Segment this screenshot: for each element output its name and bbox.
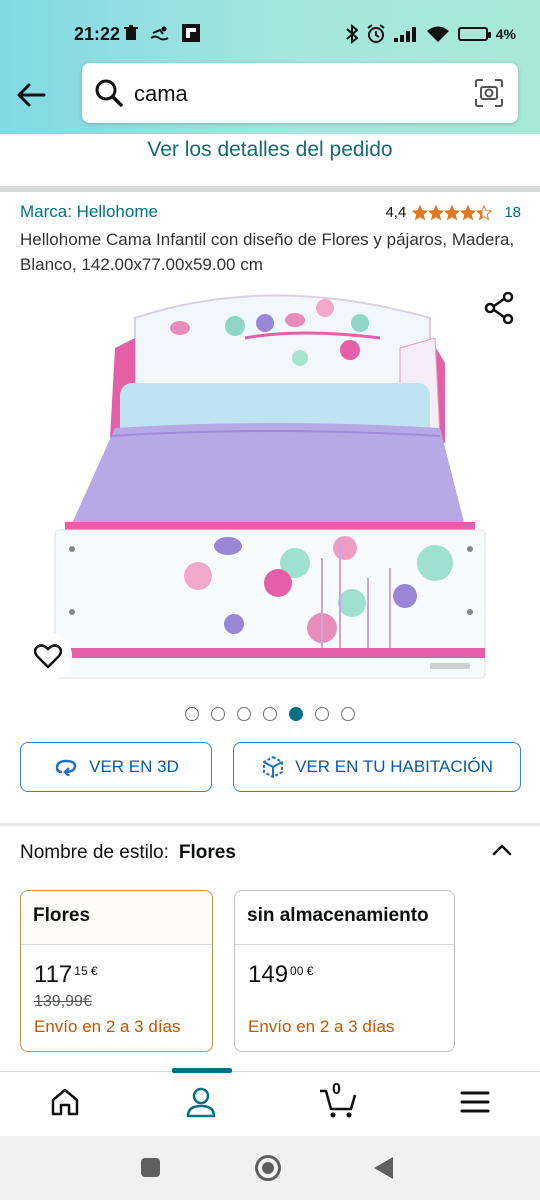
chevron-up-icon[interactable] <box>490 838 514 862</box>
arrow-left-icon <box>17 83 46 107</box>
product-title: Hellohome Cama Infantil con diseño de Fl… <box>20 230 515 274</box>
search-query: cama <box>134 81 188 106</box>
style-option-flores[interactable]: Flores 117 15 € 139,99€ Envío en 2 a 3 dí… <box>20 890 213 1052</box>
star-icon <box>444 204 461 220</box>
image-carousel-dots[interactable] <box>0 707 540 721</box>
alarm-icon <box>367 24 385 43</box>
search-icon <box>95 79 123 107</box>
back-button[interactable] <box>14 78 48 112</box>
rating-count[interactable]: 18 <box>504 204 521 221</box>
price: 117 15 € <box>34 961 98 989</box>
nav-account[interactable] <box>184 1085 218 1119</box>
carousel-dot[interactable] <box>315 707 329 721</box>
battery-icon <box>457 27 491 41</box>
product-image[interactable] <box>40 278 500 688</box>
view-in-room-label: VER EN TU HABITACIÓN <box>295 757 493 776</box>
style-option-name: sin almacenamiento <box>235 891 454 945</box>
trash-icon <box>124 25 138 40</box>
share-icon <box>484 291 514 325</box>
price: 149 00 € <box>248 961 313 989</box>
delivery-info: Envío en 2 a 3 días <box>248 1017 395 1036</box>
view-in-room-button[interactable]: VER EN TU HABITACIÓN <box>233 742 521 792</box>
style-selected-value: Flores <box>178 842 236 863</box>
camera-scan-icon[interactable] <box>474 78 504 108</box>
style-option-name: Flores <box>21 891 212 945</box>
flipboard-icon <box>182 24 200 42</box>
wifi-icon <box>426 26 449 42</box>
style-selector-heading: Nombre de estilo: Flores <box>20 842 236 864</box>
carousel-dot[interactable] <box>263 707 277 721</box>
battery-level: 4% <box>495 26 516 42</box>
swim-icon <box>150 26 169 41</box>
app-header: 21:22 4% cama <box>0 0 540 134</box>
view-3d-label: VER EN 3D <box>89 757 179 776</box>
carousel-dot[interactable] <box>237 707 251 721</box>
order-details-link[interactable]: Ver los detalles del pedido <box>0 134 540 184</box>
star-icon <box>428 204 445 220</box>
account-icon <box>186 1087 216 1118</box>
style-label: Nombre de estilo: <box>20 842 169 863</box>
wishlist-button[interactable] <box>24 632 72 680</box>
star-rating <box>412 204 493 221</box>
recent-apps-button[interactable] <box>141 1158 160 1177</box>
home-icon <box>51 1088 79 1116</box>
status-system-icons: 4% <box>346 24 516 44</box>
delivery-info: Envío en 2 a 3 días <box>34 1017 181 1036</box>
nav-cart[interactable]: 0 <box>318 1081 358 1119</box>
price-whole: 117 <box>34 961 73 988</box>
section-divider <box>0 186 540 192</box>
search-input[interactable]: cama <box>82 63 518 123</box>
price-cents: 15 € <box>74 964 98 978</box>
status-time: 21:22 <box>74 24 121 44</box>
brand-link[interactable]: Marca: Hellohome <box>20 202 158 222</box>
status-bar: 21:22 4% <box>0 14 540 54</box>
carousel-dot[interactable] <box>289 707 303 721</box>
star-icon <box>476 204 493 220</box>
carousel-dot[interactable] <box>185 707 199 721</box>
signal-icon <box>393 27 416 42</box>
star-icon <box>412 204 429 220</box>
star-icon <box>460 204 477 220</box>
status-notification-icons <box>124 24 200 42</box>
rating-summary[interactable]: 4,4 18 <box>385 204 521 221</box>
price-whole: 149 <box>248 961 289 988</box>
nav-active-indicator <box>172 1068 232 1073</box>
nav-home[interactable] <box>48 1085 82 1119</box>
view-3d-button[interactable]: VER EN 3D <box>20 742 212 792</box>
cart-count: 0 <box>332 1081 341 1098</box>
rating-value: 4,4 <box>385 204 407 221</box>
nav-menu[interactable] <box>458 1085 492 1119</box>
share-button[interactable] <box>484 291 514 325</box>
bluetooth-icon <box>346 24 358 44</box>
section-divider <box>0 823 540 826</box>
home-button[interactable] <box>255 1155 281 1181</box>
style-option-sin-almacenamiento[interactable]: sin almacenamiento 149 00 € Envío en 2 a … <box>234 890 455 1052</box>
carousel-dot[interactable] <box>341 707 355 721</box>
menu-icon <box>460 1091 490 1113</box>
heart-icon <box>34 644 62 669</box>
old-price: 139,99€ <box>34 993 92 1010</box>
rotate-3d-icon <box>55 759 77 776</box>
carousel-dot[interactable] <box>211 707 225 721</box>
system-back-button[interactable] <box>374 1157 393 1179</box>
ar-cube-icon <box>263 755 284 779</box>
price-cents: 00 € <box>290 964 314 978</box>
